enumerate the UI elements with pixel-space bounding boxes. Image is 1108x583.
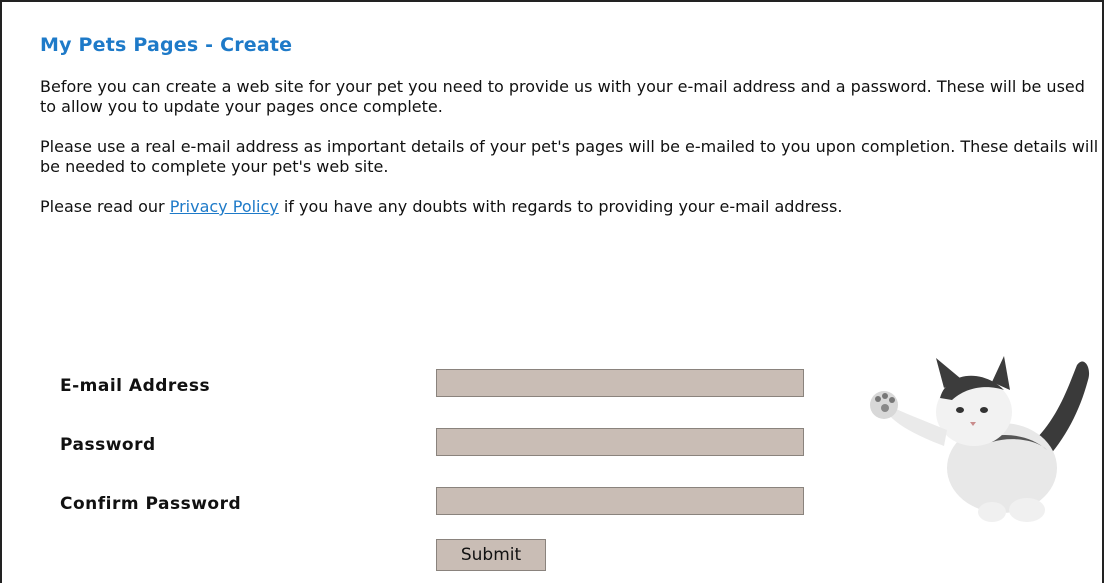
intro-paragraph: Before you can create a web site for you…: [40, 77, 1085, 116]
confirm-password-field[interactable]: [436, 487, 804, 515]
privacy-text-after: if you have any doubts with regards to p…: [278, 197, 843, 216]
kitten-image: [870, 356, 1090, 522]
privacy-paragraph: Please read our Privacy Policy if you ha…: [40, 197, 1100, 217]
privacy-policy-link[interactable]: Privacy Policy: [170, 197, 279, 216]
page-title: My Pets Pages - Create: [40, 34, 293, 56]
password-label: Password: [60, 435, 156, 455]
main-content: My Pets Pages - Create Before you can cr…: [40, 34, 1100, 237]
submit-button[interactable]: Submit: [436, 539, 546, 571]
password-field[interactable]: [436, 428, 804, 456]
email-notice-paragraph: Please use a real e-mail address as impo…: [40, 137, 1099, 176]
privacy-text-before: Please read our: [40, 197, 170, 216]
email-field[interactable]: [436, 369, 804, 397]
confirm-password-label: Confirm Password: [60, 494, 242, 514]
email-label: E-mail Address: [60, 376, 211, 396]
